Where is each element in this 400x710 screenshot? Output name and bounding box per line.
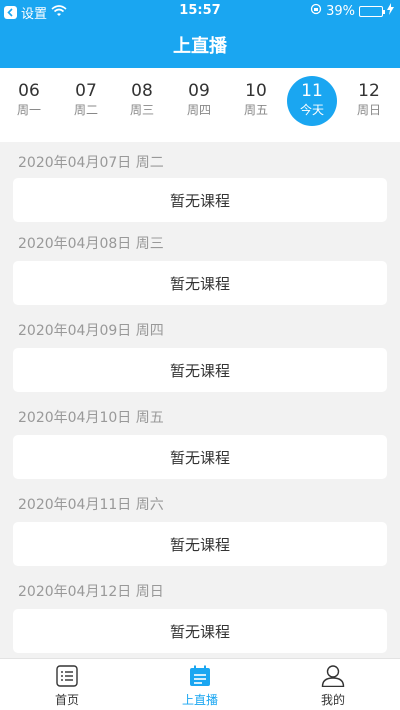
tab-mine-label: 我的 bbox=[320, 693, 345, 707]
tab-live-label: 上直播 bbox=[181, 693, 218, 707]
course-card: 暂无课程 bbox=[13, 435, 387, 479]
day-number: 12 bbox=[358, 81, 380, 101]
status-right: 39% bbox=[310, 3, 394, 19]
date-header: 2020年04月12日 周日 bbox=[18, 584, 164, 600]
nav-bar: 上直播 bbox=[0, 22, 400, 68]
tab-live[interactable]: 上直播 bbox=[160, 665, 240, 708]
day-12[interactable]: 12 周日 bbox=[344, 76, 394, 126]
course-card: 暂无课程 bbox=[13, 261, 387, 305]
day-label: 周三 bbox=[129, 103, 154, 117]
tab-mine[interactable]: 我的 bbox=[293, 665, 373, 708]
day-number: 09 bbox=[188, 81, 210, 101]
no-course-text: 暂无课程 bbox=[169, 191, 230, 210]
date-header: 2020年04月07日 周二 bbox=[18, 155, 164, 171]
no-course-text: 暂无课程 bbox=[169, 535, 230, 554]
day-label: 周五 bbox=[243, 103, 268, 117]
no-course-text: 暂无课程 bbox=[169, 274, 230, 293]
course-card: 暂无课程 bbox=[13, 348, 387, 392]
charging-icon bbox=[387, 3, 394, 19]
calendar-icon bbox=[160, 665, 240, 689]
date-header: 2020年04月10日 周五 bbox=[18, 410, 164, 426]
day-07[interactable]: 07 周二 bbox=[61, 76, 111, 126]
day-number: 10 bbox=[245, 81, 267, 101]
day-label: 周一 bbox=[16, 103, 41, 117]
date-header: 2020年04月08日 周三 bbox=[18, 236, 164, 252]
course-card: 暂无课程 bbox=[13, 522, 387, 566]
course-card: 暂无课程 bbox=[13, 178, 387, 222]
status-bar: 设置 15:57 39% bbox=[0, 0, 400, 22]
battery-icon bbox=[359, 5, 385, 17]
day-number: 06 bbox=[18, 81, 40, 101]
user-icon bbox=[293, 665, 373, 689]
page-title: 上直播 bbox=[173, 36, 227, 57]
day-11-today[interactable]: 11 今天 bbox=[287, 76, 337, 126]
day-label: 周四 bbox=[186, 103, 211, 117]
day-06[interactable]: 06 周一 bbox=[4, 76, 54, 126]
day-label: 周二 bbox=[73, 103, 98, 117]
no-course-text: 暂无课程 bbox=[169, 361, 230, 380]
day-09[interactable]: 09 周四 bbox=[174, 76, 224, 126]
day-08[interactable]: 08 周三 bbox=[117, 76, 167, 126]
week-strip: 06 周一 07 周二 08 周三 09 周四 10 周五 11 今天 12 周… bbox=[0, 68, 400, 142]
day-label: 今天 bbox=[299, 103, 324, 117]
list-icon bbox=[27, 665, 107, 689]
tab-home-label: 首页 bbox=[54, 693, 79, 707]
day-number: 11 bbox=[301, 81, 323, 101]
date-header: 2020年04月11日 周六 bbox=[18, 497, 164, 513]
day-10[interactable]: 10 周五 bbox=[231, 76, 281, 126]
day-number: 08 bbox=[131, 81, 153, 101]
date-header: 2020年04月09日 周四 bbox=[18, 323, 164, 339]
tab-bar: 首页 上直播 我的 bbox=[0, 658, 400, 710]
tab-home[interactable]: 首页 bbox=[27, 665, 107, 708]
rotation-lock-icon bbox=[310, 3, 322, 19]
no-course-text: 暂无课程 bbox=[169, 448, 230, 467]
no-course-text: 暂无课程 bbox=[169, 622, 230, 641]
battery-percent: 39% bbox=[326, 3, 355, 19]
course-card: 暂无课程 bbox=[13, 609, 387, 653]
day-label: 周日 bbox=[356, 103, 381, 117]
day-number: 07 bbox=[75, 81, 97, 101]
